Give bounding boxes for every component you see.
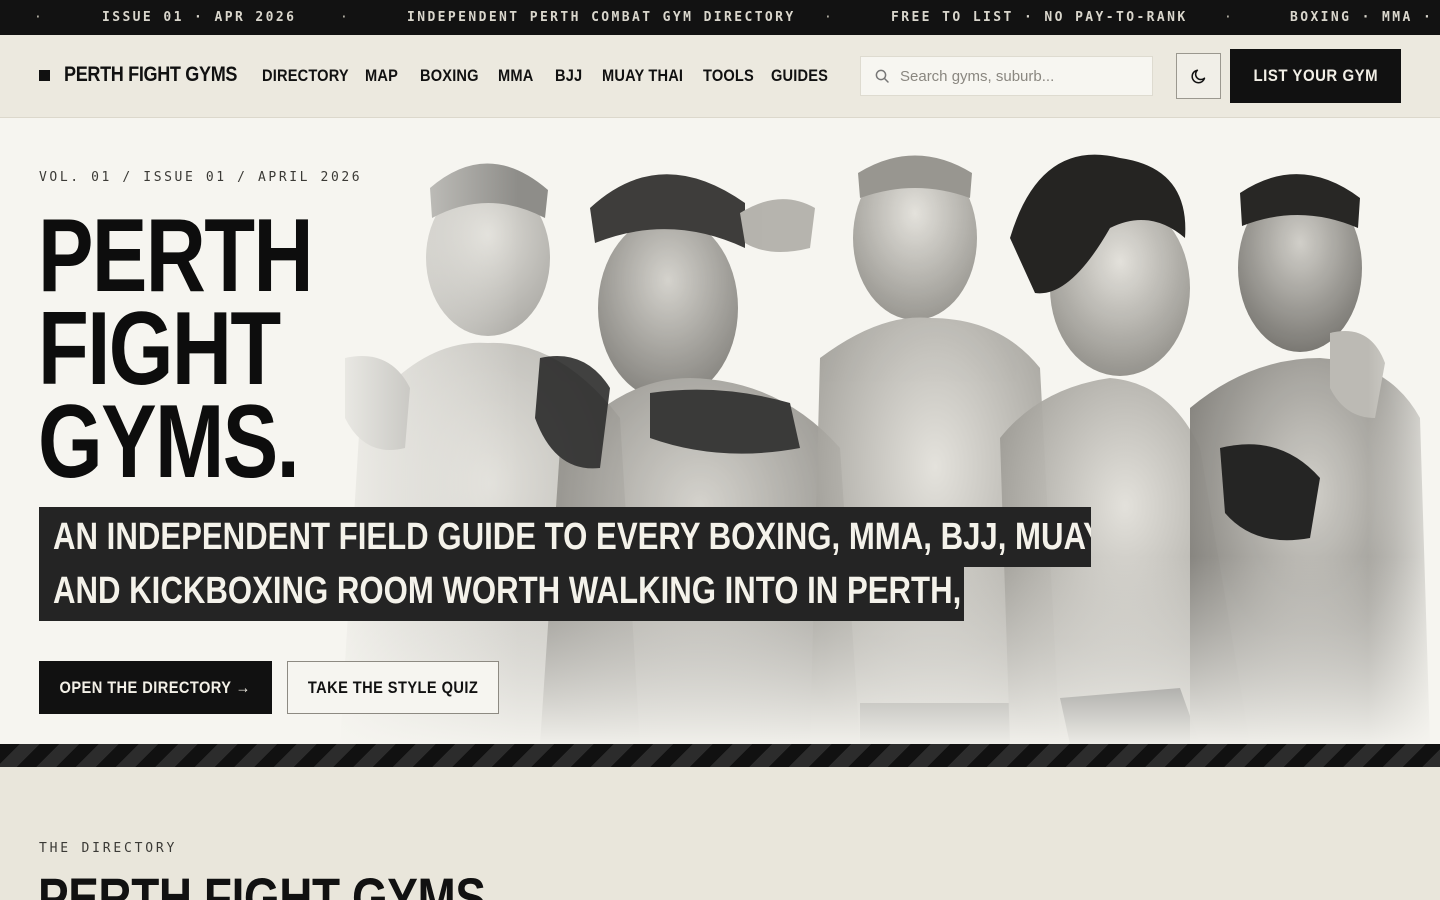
hazard-stripe-divider [0,744,1440,767]
list-your-gym-button[interactable]: LIST YOUR GYM [1230,49,1401,103]
search-box[interactable] [860,56,1153,96]
nav-item-boxing[interactable]: BOXING [420,66,479,86]
ticker-separator: · [34,10,42,25]
ticker-item: INDEPENDENT PERTH COMBAT GYM DIRECTORY [407,10,796,25]
ticker-separator: · [340,10,348,25]
nav-item-muay-thai[interactable]: MUAY THAI [602,66,683,86]
ticker-item: ISSUE 01 · APR 2026 [102,10,297,25]
logo-text: PERTH FIGHT GYMS [64,63,238,86]
site-logo[interactable]: PERTH FIGHT GYMS [39,63,265,87]
subheading-line: AND KICKBOXING ROOM WORTH WALKING INTO I… [39,561,964,621]
subheading-line: AN INDEPENDENT FIELD GUIDE TO EVERY BOXI… [39,507,1091,567]
ticker-separator: · [1224,10,1232,25]
section-title: PERTH FIGHT GYMS [38,866,486,900]
nav-item-tools[interactable]: TOOLS [703,66,754,86]
hero-subheading: AN INDEPENDENT FIELD GUIDE TO EVERY BOXI… [39,507,1091,621]
ticker-item: FREE TO LIST · NO PAY-TO-RANK [891,10,1188,25]
ticker-item: BOXING · MMA · B [1290,10,1440,25]
hero-title: PERTH FIGHT GYMS. [38,198,380,500]
section-kicker: THE DIRECTORY [39,841,178,856]
theme-toggle-button[interactable] [1176,53,1221,99]
issue-line: VOL. 01 / ISSUE 01 / APRIL 2026 [39,170,363,185]
open-directory-label: OPEN THE DIRECTORY → [59,677,252,697]
list-your-gym-label: LIST YOUR GYM [1253,66,1378,85]
ticker-separator: · [824,10,832,25]
nav-item-bjj[interactable]: BJJ [555,66,582,86]
nav-item-map[interactable]: MAP [365,66,398,86]
nav-item-guides[interactable]: GUIDES [771,66,828,86]
hero-section: VOL. 01 / ISSUE 01 / APRIL 2026 PERTH FI… [0,118,1440,744]
style-quiz-label: TAKE THE STYLE QUIZ [307,677,479,697]
hero-title-line: FIGHT [38,291,281,407]
logo-mark [39,69,50,81]
hero-title-line: PERTH [38,198,314,314]
nav-item-directory[interactable]: DIRECTORY [262,66,349,86]
open-directory-button[interactable]: OPEN THE DIRECTORY → [39,661,272,714]
moon-icon [1190,69,1205,84]
nav-item-mma[interactable]: MMA [498,66,533,86]
top-ticker: · ISSUE 01 · APR 2026 · INDEPENDENT PERT… [0,0,1440,35]
directory-section: THE DIRECTORY PERTH FIGHT GYMS [0,767,1440,900]
search-icon [875,69,889,83]
search-input[interactable] [900,67,1140,85]
site-header: PERTH FIGHT GYMS DIRECTORY MAP BOXING MM… [0,35,1440,118]
hero-title-line: GYMS. [38,384,300,500]
style-quiz-button[interactable]: TAKE THE STYLE QUIZ [287,661,499,714]
